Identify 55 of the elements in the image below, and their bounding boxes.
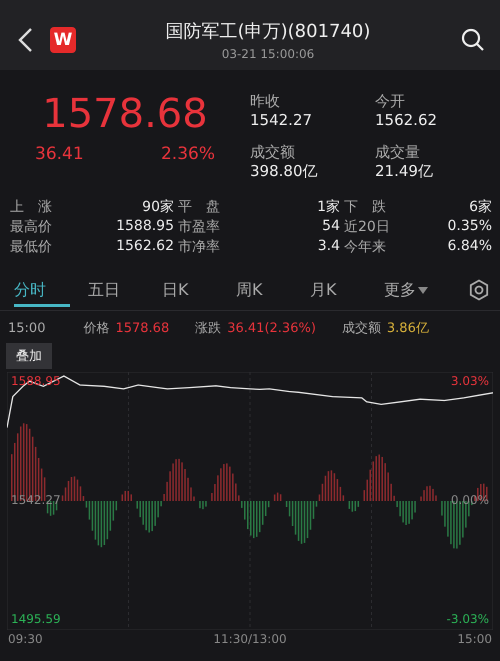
field-value: 398.80亿: [250, 162, 318, 180]
app-logo: W: [50, 27, 76, 53]
percent-change: 2.36%: [160, 144, 215, 164]
stock-title: 国防军工(申万)(801740): [166, 20, 370, 43]
timestamp: 03-21 15:00:06: [222, 47, 314, 61]
info-value: 36.41(2.36%): [227, 320, 316, 336]
axis-label: 1495.59: [11, 612, 61, 626]
stat-value: 1562.62: [115, 238, 175, 256]
stat-value: 6.84%: [446, 238, 493, 256]
field-value: 1542.27: [250, 111, 314, 129]
stat-label: 今年来: [344, 238, 387, 256]
caret-icon: [418, 286, 428, 294]
overlay-button[interactable]: 叠加: [6, 343, 52, 369]
more-tab[interactable]: 更多: [384, 273, 458, 307]
field-label: 成交量: [375, 142, 421, 162]
info-value: 1578.68: [115, 320, 170, 336]
stat-value: 1588.95: [115, 218, 175, 236]
time-label: 11:30/13:00: [213, 632, 287, 646]
chart-tab[interactable]: 日K: [162, 273, 236, 307]
stat-label: 最高价: [10, 218, 53, 236]
info-label: 成交额: [342, 320, 381, 337]
stat-value: 3.4: [316, 238, 341, 256]
field-value: 21.49亿: [375, 162, 434, 180]
settings-icon[interactable]: [468, 279, 490, 301]
stat-label: 近20日: [344, 218, 391, 236]
info-label: 价格: [83, 320, 110, 337]
stat-label: 下 跌: [344, 198, 387, 216]
time-label: 09:30: [8, 632, 43, 646]
field-label: 今开: [375, 92, 406, 111]
stat-value: 54: [321, 218, 341, 236]
price-change: 36.41: [35, 144, 84, 164]
stat-label: 市净率: [178, 238, 221, 256]
axis-label: 3.03%: [450, 374, 489, 388]
stat-value: 0.35%: [446, 218, 493, 236]
time-label: 15:00: [457, 632, 492, 646]
stat-label: 最低价: [10, 238, 53, 256]
stat-value: 90家: [141, 198, 175, 216]
field-label: 昨收: [250, 92, 281, 111]
chart-tab[interactable]: 分时: [14, 273, 70, 307]
cursor-time: 15:00: [8, 320, 46, 336]
search-icon[interactable]: [460, 27, 486, 53]
axis-label: -3.03%: [446, 612, 489, 626]
stat-value: 1家: [316, 198, 341, 216]
stat-label: 平 盘: [178, 198, 221, 216]
chart-tab[interactable]: 周K: [236, 273, 310, 307]
field-value: 1562.62: [375, 111, 438, 129]
info-value: 3.86亿: [386, 320, 429, 337]
last-price: 1578.68: [42, 92, 208, 136]
field-label: 成交额: [250, 142, 296, 162]
stat-value: 6家: [468, 198, 493, 216]
stat-label: 上 涨: [10, 198, 53, 216]
stat-label: 市盈率: [178, 218, 221, 236]
chart-tab[interactable]: 五日: [88, 273, 162, 307]
info-label: 涨跌: [195, 320, 222, 337]
chart-tab[interactable]: 月K: [310, 273, 384, 307]
